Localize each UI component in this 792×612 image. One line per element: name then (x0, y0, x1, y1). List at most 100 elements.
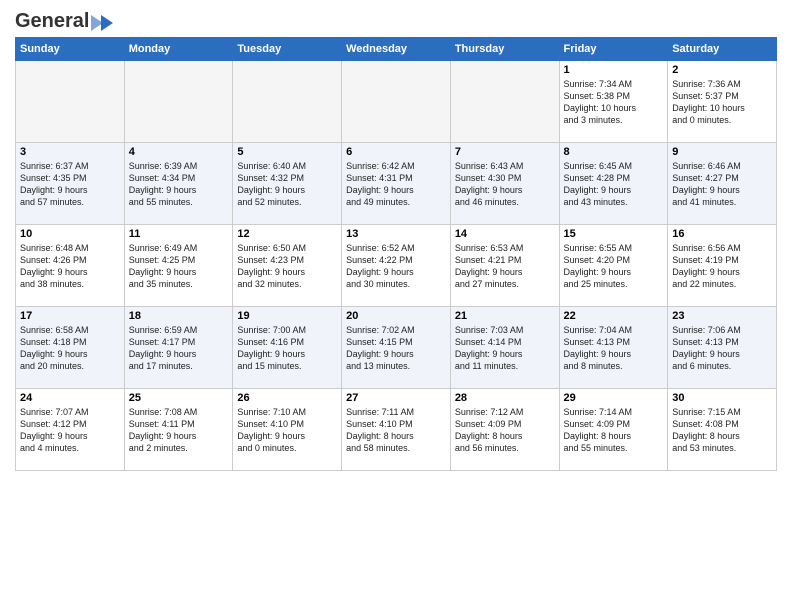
calendar-cell: 9 Sunrise: 6:46 AM Sunset: 4:27 PM Daylig… (668, 143, 777, 225)
day-info: Sunrise: 6:37 AM Sunset: 4:35 PM Dayligh… (20, 160, 120, 209)
day-info: Sunrise: 6:56 AM Sunset: 4:19 PM Dayligh… (672, 242, 772, 291)
calendar-cell: 23 Sunrise: 7:06 AM Sunset: 4:13 PM Dayli… (668, 307, 777, 389)
calendar-cell: 6 Sunrise: 6:42 AM Sunset: 4:31 PM Daylig… (342, 143, 451, 225)
day-number: 16 (672, 228, 772, 240)
day-number: 25 (129, 392, 229, 404)
day-info: Sunrise: 7:12 AM Sunset: 4:09 PM Dayligh… (455, 406, 555, 455)
calendar-cell: 19 Sunrise: 7:00 AM Sunset: 4:16 PM Dayli… (233, 307, 342, 389)
calendar-cell (233, 61, 342, 143)
day-info: Sunrise: 7:02 AM Sunset: 4:15 PM Dayligh… (346, 324, 446, 373)
day-info: Sunrise: 7:06 AM Sunset: 4:13 PM Dayligh… (672, 324, 772, 373)
day-number: 22 (564, 310, 664, 322)
day-number: 27 (346, 392, 446, 404)
day-number: 17 (20, 310, 120, 322)
calendar-cell: 5Sunrise: 6:40 AM Sunset: 4:32 PM Daylig… (233, 143, 342, 225)
calendar-cell: 26 Sunrise: 7:10 AM Sunset: 4:10 PM Dayli… (233, 389, 342, 471)
day-number: 1 (564, 64, 664, 76)
day-number: 28 (455, 392, 555, 404)
calendar-cell: 7 Sunrise: 6:43 AM Sunset: 4:30 PM Daylig… (450, 143, 559, 225)
calendar-cell: 4 Sunrise: 6:39 AM Sunset: 4:34 PM Daylig… (124, 143, 233, 225)
calendar-cell: 20 Sunrise: 7:02 AM Sunset: 4:15 PM Dayli… (342, 307, 451, 389)
calendar-cell: 21Sunrise: 7:03 AM Sunset: 4:14 PM Dayli… (450, 307, 559, 389)
logo-icon (91, 13, 113, 31)
week-row-2: 3Sunrise: 6:37 AM Sunset: 4:35 PM Daylig… (16, 143, 777, 225)
day-number: 10 (20, 228, 120, 240)
day-info: Sunrise: 7:00 AM Sunset: 4:16 PM Dayligh… (237, 324, 337, 373)
day-info: Sunrise: 7:11 AM Sunset: 4:10 PM Dayligh… (346, 406, 446, 455)
day-number: 9 (672, 146, 772, 158)
day-number: 7 (455, 146, 555, 158)
calendar-cell: 10 Sunrise: 6:48 AM Sunset: 4:26 PM Dayli… (16, 225, 125, 307)
calendar-cell: 16 Sunrise: 6:56 AM Sunset: 4:19 PM Dayli… (668, 225, 777, 307)
day-number: 12 (237, 228, 337, 240)
calendar-cell: 25 Sunrise: 7:08 AM Sunset: 4:11 PM Dayli… (124, 389, 233, 471)
day-info: Sunrise: 6:43 AM Sunset: 4:30 PM Dayligh… (455, 160, 555, 209)
day-info: Sunrise: 7:14 AM Sunset: 4:09 PM Dayligh… (564, 406, 664, 455)
logo-text: General (15, 10, 89, 33)
calendar-cell: 30Sunrise: 7:15 AM Sunset: 4:08 PM Dayli… (668, 389, 777, 471)
day-info: Sunrise: 7:34 AM Sunset: 5:38 PM Dayligh… (564, 78, 664, 127)
header: General (15, 10, 777, 29)
day-number: 6 (346, 146, 446, 158)
day-info: Sunrise: 6:55 AM Sunset: 4:20 PM Dayligh… (564, 242, 664, 291)
weekday-header-wednesday: Wednesday (342, 38, 451, 61)
day-number: 18 (129, 310, 229, 322)
calendar-cell: 11 Sunrise: 6:49 AM Sunset: 4:25 PM Dayli… (124, 225, 233, 307)
day-number: 14 (455, 228, 555, 240)
weekday-header-tuesday: Tuesday (233, 38, 342, 61)
logo: General (15, 10, 113, 29)
day-number: 21 (455, 310, 555, 322)
day-number: 29 (564, 392, 664, 404)
day-info: Sunrise: 6:39 AM Sunset: 4:34 PM Dayligh… (129, 160, 229, 209)
day-number: 15 (564, 228, 664, 240)
day-info: Sunrise: 7:36 AM Sunset: 5:37 PM Dayligh… (672, 78, 772, 127)
calendar-cell: 2 Sunrise: 7:36 AM Sunset: 5:37 PM Daylig… (668, 61, 777, 143)
calendar-cell (450, 61, 559, 143)
week-row-3: 10 Sunrise: 6:48 AM Sunset: 4:26 PM Dayli… (16, 225, 777, 307)
day-number: 30 (672, 392, 772, 404)
calendar-cell: 27 Sunrise: 7:11 AM Sunset: 4:10 PM Dayli… (342, 389, 451, 471)
weekday-header-friday: Friday (559, 38, 668, 61)
day-info: Sunrise: 6:45 AM Sunset: 4:28 PM Dayligh… (564, 160, 664, 209)
weekday-header-thursday: Thursday (450, 38, 559, 61)
day-info: Sunrise: 6:52 AM Sunset: 4:22 PM Dayligh… (346, 242, 446, 291)
day-number: 20 (346, 310, 446, 322)
calendar-cell: 3Sunrise: 6:37 AM Sunset: 4:35 PM Daylig… (16, 143, 125, 225)
day-info: Sunrise: 6:49 AM Sunset: 4:25 PM Dayligh… (129, 242, 229, 291)
week-row-1: 1 Sunrise: 7:34 AM Sunset: 5:38 PM Daylig… (16, 61, 777, 143)
calendar-cell (124, 61, 233, 143)
day-info: Sunrise: 6:46 AM Sunset: 4:27 PM Dayligh… (672, 160, 772, 209)
calendar-cell: 29 Sunrise: 7:14 AM Sunset: 4:09 PM Dayli… (559, 389, 668, 471)
day-number: 26 (237, 392, 337, 404)
day-info: Sunrise: 6:53 AM Sunset: 4:21 PM Dayligh… (455, 242, 555, 291)
calendar-cell: 13 Sunrise: 6:52 AM Sunset: 4:22 PM Dayli… (342, 225, 451, 307)
day-number: 19 (237, 310, 337, 322)
week-row-4: 17Sunrise: 6:58 AM Sunset: 4:18 PM Dayli… (16, 307, 777, 389)
day-number: 23 (672, 310, 772, 322)
weekday-header-monday: Monday (124, 38, 233, 61)
day-info: Sunrise: 7:08 AM Sunset: 4:11 PM Dayligh… (129, 406, 229, 455)
calendar-cell: 28 Sunrise: 7:12 AM Sunset: 4:09 PM Dayli… (450, 389, 559, 471)
day-info: Sunrise: 7:04 AM Sunset: 4:13 PM Dayligh… (564, 324, 664, 373)
weekday-header-saturday: Saturday (668, 38, 777, 61)
day-info: Sunrise: 6:48 AM Sunset: 4:26 PM Dayligh… (20, 242, 120, 291)
day-info: Sunrise: 7:07 AM Sunset: 4:12 PM Dayligh… (20, 406, 120, 455)
day-number: 4 (129, 146, 229, 158)
day-number: 5 (237, 146, 337, 158)
day-number: 8 (564, 146, 664, 158)
day-number: 11 (129, 228, 229, 240)
calendar-cell (16, 61, 125, 143)
calendar-cell: 8 Sunrise: 6:45 AM Sunset: 4:28 PM Daylig… (559, 143, 668, 225)
calendar-cell: 15 Sunrise: 6:55 AM Sunset: 4:20 PM Dayli… (559, 225, 668, 307)
calendar-table: SundayMondayTuesdayWednesdayThursdayFrid… (15, 37, 777, 471)
day-info: Sunrise: 6:42 AM Sunset: 4:31 PM Dayligh… (346, 160, 446, 209)
day-info: Sunrise: 6:59 AM Sunset: 4:17 PM Dayligh… (129, 324, 229, 373)
day-number: 24 (20, 392, 120, 404)
calendar-cell (342, 61, 451, 143)
day-info: Sunrise: 7:10 AM Sunset: 4:10 PM Dayligh… (237, 406, 337, 455)
calendar-cell: 14 Sunrise: 6:53 AM Sunset: 4:21 PM Dayli… (450, 225, 559, 307)
weekday-header-sunday: Sunday (16, 38, 125, 61)
week-row-5: 24 Sunrise: 7:07 AM Sunset: 4:12 PM Dayli… (16, 389, 777, 471)
day-number: 2 (672, 64, 772, 76)
day-number: 13 (346, 228, 446, 240)
